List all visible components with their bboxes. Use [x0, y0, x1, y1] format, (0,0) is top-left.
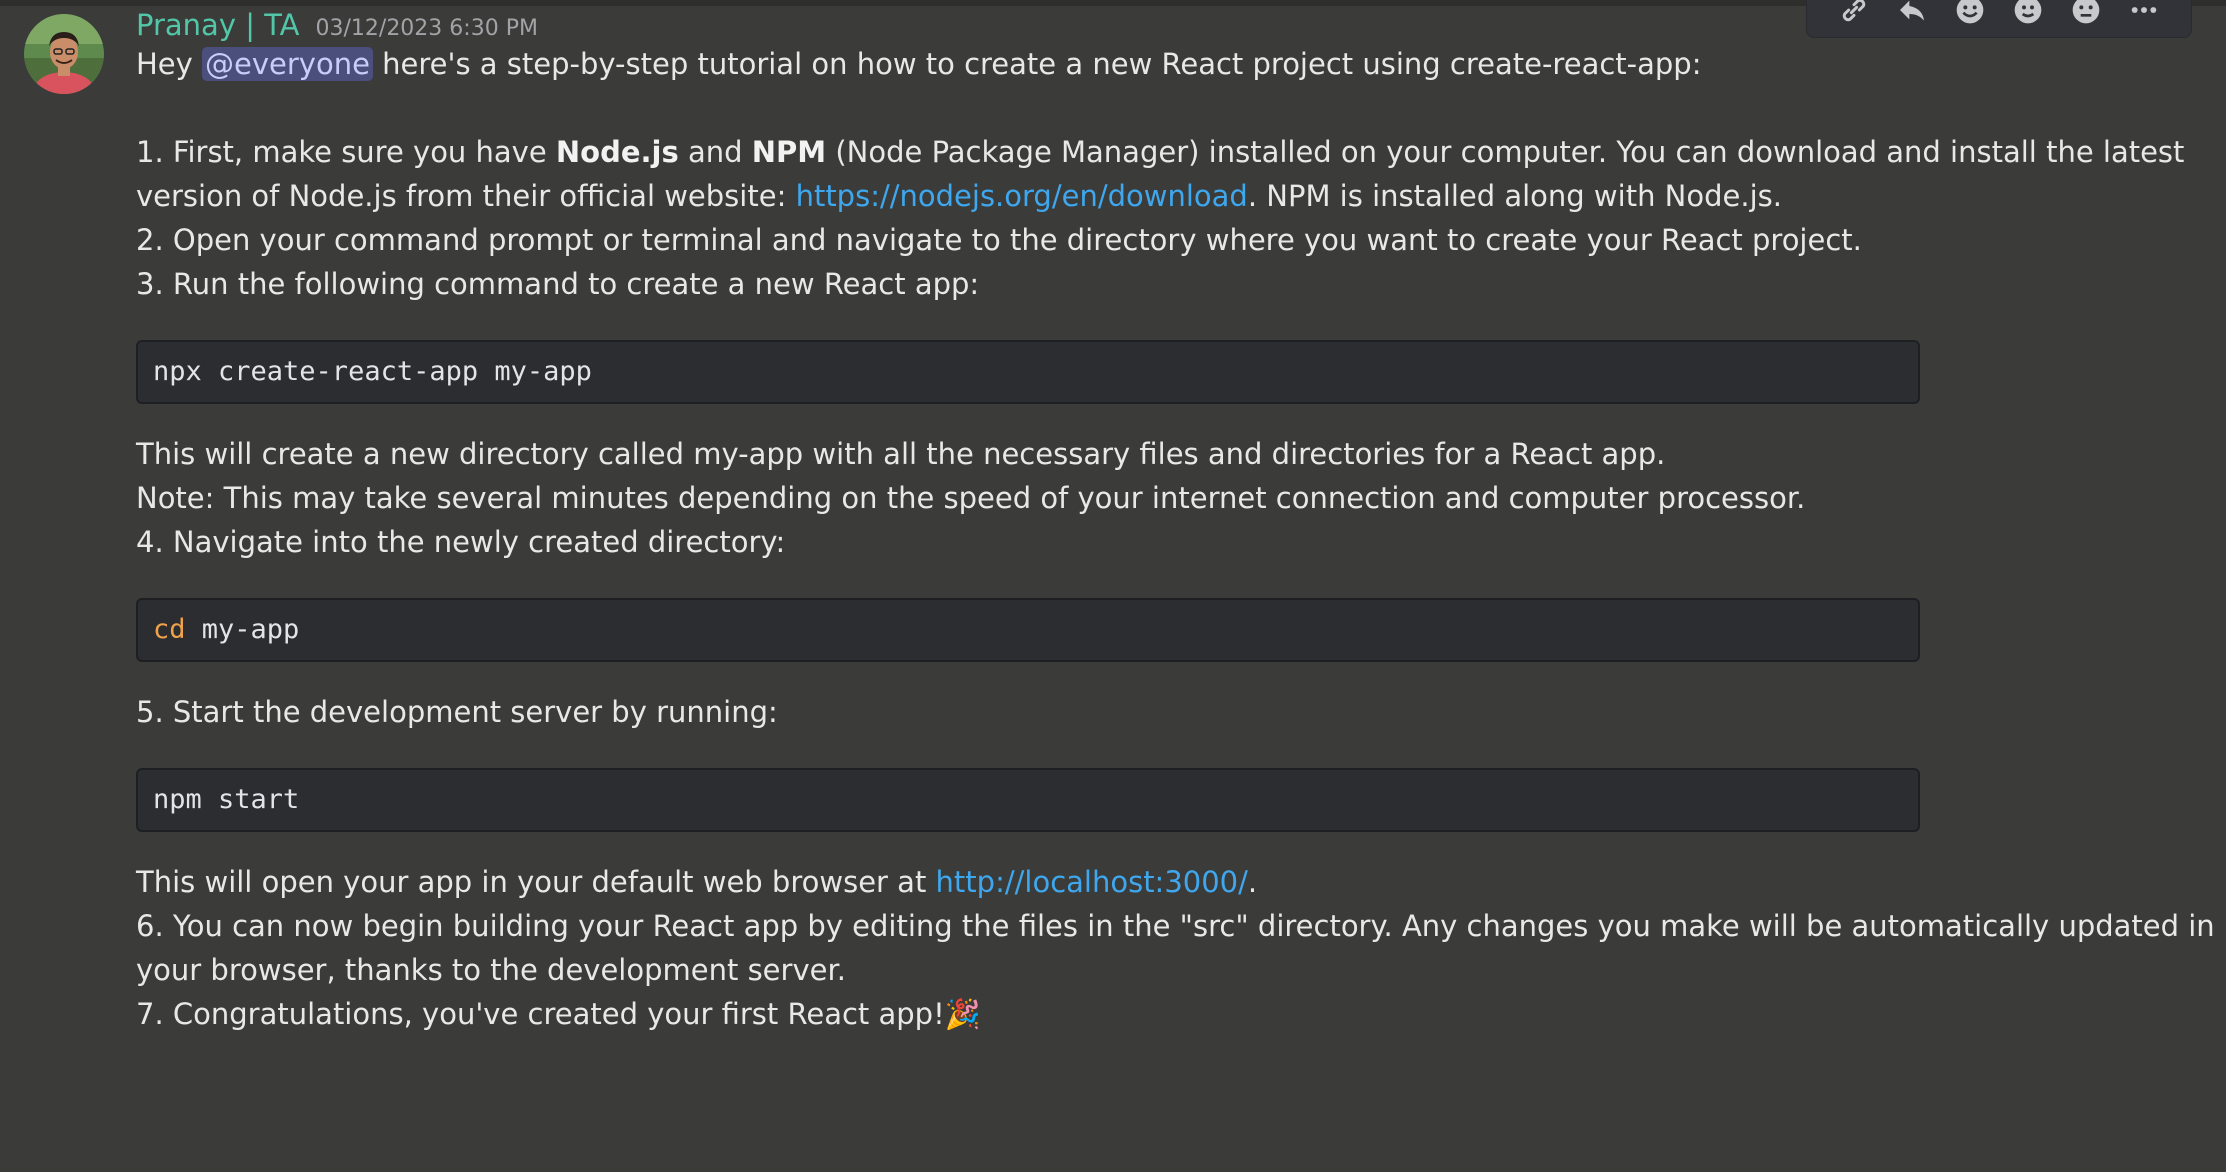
add-reaction-icon[interactable] — [1953, 0, 1987, 27]
step-3-line: 3. Run the following command to create a… — [136, 267, 980, 301]
code-create-app-text: npx create-react-app my-app — [153, 356, 592, 387]
after-code-3-line: This will open your app in your default … — [136, 860, 2166, 904]
step-2-line: 2. Open your command prompt or terminal … — [136, 223, 1862, 257]
message-line-intro: Hey @everyone here's a step-by-step tuto… — [136, 42, 2166, 86]
code-cd-keyword: cd — [153, 614, 186, 645]
step-1-line-1: 1. First, make sure you have Node.js and… — [136, 130, 2184, 174]
everyone-mention[interactable]: @everyone — [202, 47, 373, 81]
after-code-3-text-b: . — [1247, 865, 1258, 899]
step-1-line-2-text-b: . NPM is installed along with Node.js. — [1247, 179, 1782, 213]
step-1-text-a: 1. First, make sure you have — [136, 135, 556, 169]
after-code-1-line-a: This will create a new directory called … — [136, 437, 1666, 471]
code-cd-rest: my-app — [185, 614, 300, 645]
chat-message: Pranay | TA 03/12/2023 6:30 PM Hey @ever… — [0, 0, 2226, 1172]
nodejs-download-link[interactable]: https://nodejs.org/en/download — [796, 179, 1248, 213]
step-6-line-1: 6. You can now begin building your React… — [136, 909, 2215, 943]
step-5-line: 5. Start the development server by runni… — [136, 695, 778, 729]
step-7-text: 7. Congratulations, you've created your … — [136, 997, 945, 1031]
step-1-text-c: (Node Package Manager) installed on your… — [826, 135, 2185, 169]
step-1-text-b: and — [678, 135, 752, 169]
step-1-line-2-text-a: version of Node.js from their official w… — [136, 179, 796, 213]
step-4-line: 4. Navigate into the newly created direc… — [136, 525, 786, 559]
code-npm-start-text: npm start — [153, 784, 300, 815]
code-block-npm-start[interactable]: npm start — [136, 768, 1920, 832]
link-icon[interactable] — [1837, 0, 1871, 27]
intro-text-after: here's a step-by-step tutorial on how to… — [372, 47, 1702, 81]
intro-text-before: Hey — [136, 47, 203, 81]
emoji-icon[interactable] — [2011, 0, 2045, 27]
message-content: Pranay | TA 03/12/2023 6:30 PM Hey @ever… — [136, 8, 2215, 1036]
localhost-link[interactable]: http://localhost:3000/ — [936, 865, 1248, 899]
npm-bold: NPM — [751, 135, 827, 169]
step-7-line: 7. Congratulations, you've created your … — [136, 992, 2166, 1036]
more-options-icon[interactable] — [2127, 0, 2161, 27]
step-1-line-2: version of Node.js from their official w… — [136, 174, 2166, 218]
author-name[interactable]: Pranay | TA — [136, 8, 300, 42]
after-code-3-text-a: This will open your app in your default … — [136, 865, 936, 899]
step-6-line-2: your browser, thanks to the development … — [136, 953, 846, 987]
code-block-create-app[interactable]: npx create-react-app my-app — [136, 340, 1920, 404]
avatar[interactable] — [24, 14, 104, 94]
more-reaction-icon[interactable] — [2069, 0, 2103, 27]
nodejs-bold: Node.js — [555, 135, 679, 169]
after-code-1-line-b: Note: This may take several minutes depe… — [136, 481, 1806, 515]
party-popper-emoji: 🎉 — [944, 997, 981, 1031]
code-block-cd[interactable]: cd my-app — [136, 598, 1920, 662]
reply-icon[interactable] — [1895, 0, 1929, 27]
message-timestamp[interactable]: 03/12/2023 6:30 PM — [316, 16, 538, 41]
message-hover-toolbar — [1806, 0, 2192, 38]
